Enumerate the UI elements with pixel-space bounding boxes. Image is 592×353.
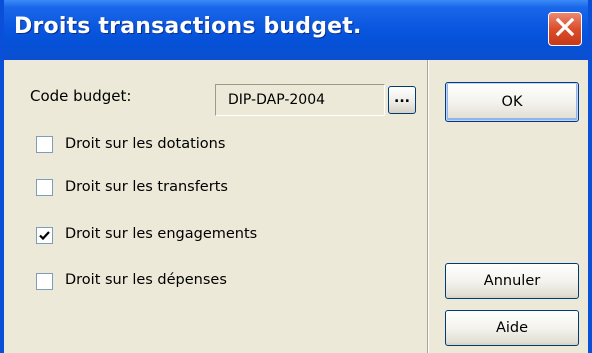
checkbox-transferts-label: Droit sur les transferts — [65, 179, 228, 195]
dialog-content: Code budget: DIP-DAP-2004 ... Droit sur … — [4, 60, 588, 353]
title-bar[interactable]: Droits transactions budget. — [4, 0, 588, 60]
browse-button[interactable]: ... — [388, 86, 416, 114]
checkbox-dotations-label: Droit sur les dotations — [65, 136, 226, 152]
cancel-button[interactable]: Annuler — [445, 263, 579, 299]
close-icon — [555, 17, 575, 41]
help-button[interactable]: Aide — [445, 310, 579, 346]
checkbox-dotations[interactable] — [36, 136, 53, 153]
vertical-divider — [427, 60, 429, 353]
checkbox-engagements-label: Droit sur les engagements — [65, 226, 258, 242]
close-button[interactable] — [548, 12, 582, 46]
checkbox-transferts[interactable] — [36, 179, 53, 196]
code-budget-field[interactable]: DIP-DAP-2004 — [215, 84, 385, 116]
code-budget-value: DIP-DAP-2004 — [228, 92, 326, 108]
checkbox-depenses[interactable] — [36, 273, 53, 290]
window-title: Droits transactions budget. — [14, 14, 362, 39]
checkbox-depenses-label: Droit sur les dépenses — [65, 272, 227, 288]
checkbox-engagements[interactable] — [36, 227, 53, 244]
ok-button[interactable]: OK — [445, 82, 579, 122]
dialog-window: Droits transactions budget. Code budget:… — [0, 0, 592, 353]
code-budget-label: Code budget: — [30, 87, 132, 105]
check-icon — [39, 231, 50, 241]
